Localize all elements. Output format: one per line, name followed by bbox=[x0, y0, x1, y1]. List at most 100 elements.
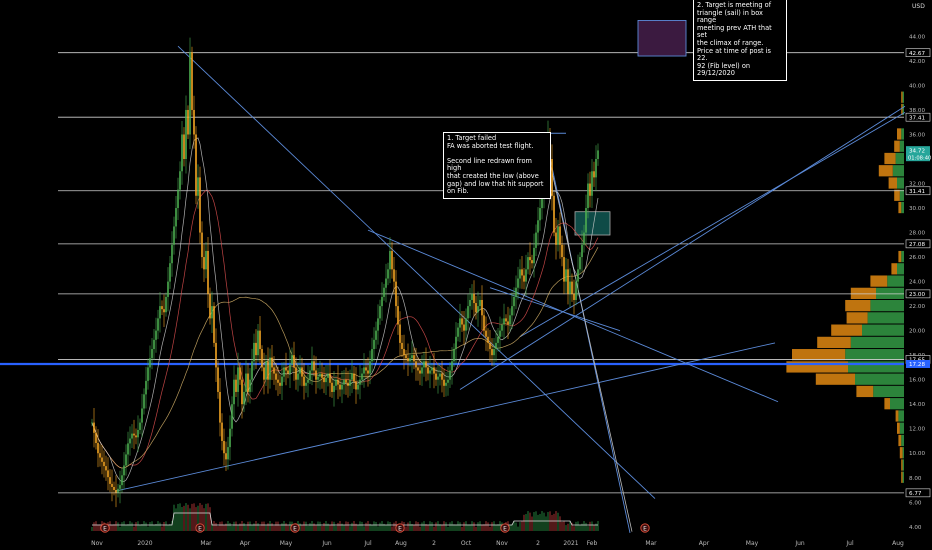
price-axis[interactable]: 44.0042.0040.0038.0036.0034.0032.0030.00… bbox=[905, 0, 932, 550]
price-tick-label: 16.00 bbox=[909, 378, 925, 384]
time-tick-label: Feb bbox=[587, 540, 598, 547]
candle-body bbox=[525, 269, 527, 282]
candle-body bbox=[305, 382, 307, 386]
candle-body bbox=[225, 453, 227, 460]
candle-body bbox=[489, 342, 491, 350]
volume-bar bbox=[281, 523, 283, 531]
candle-body bbox=[531, 260, 533, 264]
candle-body bbox=[255, 342, 257, 356]
volume-bar bbox=[275, 521, 277, 531]
volume-profile-bar-down bbox=[815, 373, 855, 385]
candle-body bbox=[143, 394, 145, 409]
candle-body bbox=[141, 408, 143, 423]
volume-bar bbox=[475, 526, 477, 531]
volume-profile-bar-down bbox=[891, 263, 897, 275]
volume-bar bbox=[547, 511, 549, 531]
volume-bar bbox=[255, 521, 257, 531]
volume-bar bbox=[265, 525, 267, 531]
volume-profile-bar-down bbox=[894, 189, 900, 201]
candle-body bbox=[135, 435, 137, 438]
volume-bar bbox=[349, 526, 351, 531]
volume-profile-bar-down bbox=[846, 312, 868, 324]
candle-body bbox=[561, 244, 563, 258]
volume-bar bbox=[559, 516, 561, 531]
candle-body bbox=[237, 367, 239, 392]
volume-bar bbox=[393, 522, 395, 531]
candle-body bbox=[315, 370, 317, 380]
candle-body bbox=[595, 159, 597, 178]
candle-body bbox=[123, 465, 125, 476]
candle-body bbox=[109, 477, 111, 484]
price-tick-label: 40.00 bbox=[909, 83, 925, 89]
candle-body bbox=[493, 349, 495, 356]
candle-body bbox=[377, 318, 379, 331]
level-tag-label: 27.08 bbox=[909, 242, 925, 248]
volume-bar bbox=[315, 525, 317, 531]
volume-bar bbox=[285, 523, 287, 531]
volume-profile-bar-up bbox=[897, 177, 904, 189]
candle-body bbox=[187, 109, 189, 135]
candle-body bbox=[597, 150, 599, 159]
candle-body bbox=[297, 373, 299, 380]
candle-body bbox=[183, 134, 185, 159]
volume-bar bbox=[421, 522, 423, 531]
candle-body bbox=[379, 306, 381, 319]
volume-bar bbox=[381, 521, 383, 531]
volume-bar bbox=[407, 522, 409, 531]
volume-profile-bar-down bbox=[897, 422, 900, 434]
candle-body bbox=[229, 428, 231, 448]
candle-body bbox=[321, 373, 323, 378]
candle-body bbox=[131, 433, 133, 439]
volume-bar bbox=[379, 522, 381, 531]
candle-body bbox=[263, 367, 265, 380]
volume-bar bbox=[449, 522, 451, 531]
volume-bar bbox=[123, 521, 125, 531]
candle-body bbox=[391, 250, 393, 270]
volume-bar bbox=[177, 503, 179, 531]
candle-body bbox=[239, 367, 241, 380]
candle-body bbox=[395, 281, 397, 307]
volume-profile-bar-up bbox=[892, 165, 904, 177]
volume-bar bbox=[129, 521, 131, 531]
time-tick-label: 2 bbox=[432, 540, 436, 547]
volume-profile-bar-up bbox=[873, 385, 904, 398]
price-tick-label: 44.00 bbox=[909, 34, 925, 40]
candle-body bbox=[505, 318, 507, 322]
volume-bar bbox=[359, 521, 361, 531]
volume-bar bbox=[109, 521, 111, 531]
volume-bar bbox=[515, 522, 517, 531]
volume-bar bbox=[243, 523, 245, 531]
volume-bar bbox=[111, 524, 113, 531]
candle-body bbox=[201, 232, 203, 258]
candle-body bbox=[381, 296, 383, 307]
candle-body bbox=[559, 226, 561, 245]
candle-body bbox=[147, 367, 149, 381]
volume-profile-bar-down bbox=[850, 287, 876, 299]
candle-body bbox=[289, 364, 291, 374]
candle-body bbox=[227, 447, 229, 460]
time-tick-label: Mar bbox=[200, 540, 212, 547]
candle-body bbox=[563, 257, 565, 282]
volume-profile-bar-down bbox=[894, 140, 900, 152]
candle-body bbox=[515, 287, 517, 297]
volume-profile-bar-down bbox=[878, 165, 893, 177]
volume-bar bbox=[525, 514, 527, 531]
candle-body bbox=[479, 299, 481, 307]
candle-body bbox=[335, 379, 337, 386]
candle-body bbox=[349, 379, 351, 386]
candle-body bbox=[105, 466, 107, 471]
price-chart[interactable]: EEEEEE 44.0042.0040.0038.0036.0034.0032.… bbox=[0, 0, 932, 550]
candle-body bbox=[127, 443, 129, 455]
candle-body bbox=[313, 361, 315, 371]
candle-body bbox=[97, 443, 99, 454]
volume-bar bbox=[543, 512, 545, 531]
candle-body bbox=[449, 370, 451, 380]
candle-body bbox=[351, 373, 353, 380]
volume-bar bbox=[259, 525, 261, 531]
volume-bar bbox=[343, 525, 345, 531]
candle-body bbox=[155, 330, 157, 340]
price-tick-label: 14.00 bbox=[909, 402, 925, 408]
candle-body bbox=[591, 171, 593, 196]
candle-body bbox=[443, 379, 445, 386]
candle-body bbox=[91, 422, 93, 424]
